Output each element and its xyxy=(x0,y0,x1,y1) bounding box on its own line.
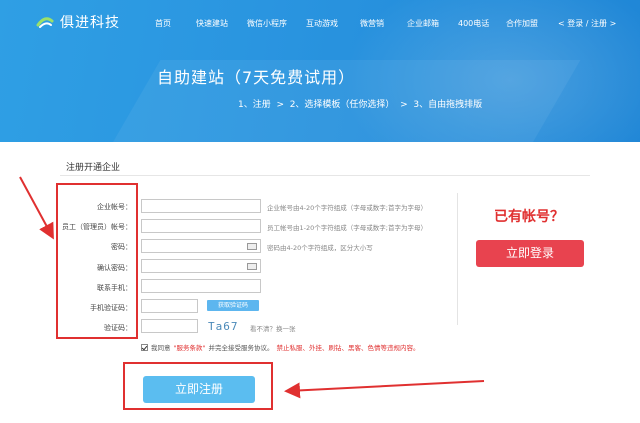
page: 俱进科技 首页 快速建站 微信小程序 互动游戏 微营销 企业邮箱 400电话 合… xyxy=(0,0,640,423)
annotation-arrows xyxy=(19,176,485,399)
arrow-to-submit xyxy=(284,380,485,399)
arrow-to-labels xyxy=(19,176,54,240)
